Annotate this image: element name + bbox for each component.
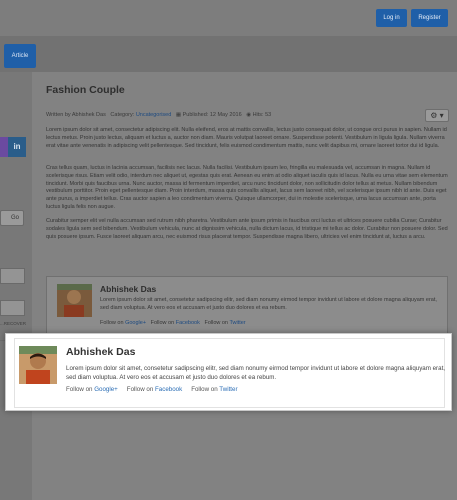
password-field[interactable] [0, 300, 25, 316]
meta-author: Written by Abhishek Das [46, 112, 106, 118]
google-plus-link[interactable]: Google+ [125, 320, 146, 326]
sidebar-note: ...RECOVER [0, 321, 27, 326]
facebook-link[interactable]: Facebook [155, 386, 182, 393]
author-follow-links: Follow on Google+ Follow on Facebook Fol… [100, 320, 246, 326]
meta-published: Published: 12 May 2016 [182, 112, 242, 118]
eye-icon: ◉ [246, 112, 252, 118]
meta-hits: Hits: 53 [252, 112, 272, 118]
follow-label: Follow on [66, 386, 93, 393]
author-name: Abhishek Das [100, 284, 157, 294]
author-name: Abhishek Das [66, 346, 136, 358]
author-avatar [19, 346, 57, 384]
username-field[interactable] [0, 268, 25, 284]
meta-category-link[interactable]: Uncategorised [136, 112, 171, 118]
author-bio: Lorem ipsum dolor sit amet, consetetur s… [66, 365, 446, 381]
twitter-link[interactable]: Twitter [219, 386, 237, 393]
author-bio: Lorem ipsum dolor sit amet, consetetur s… [100, 297, 437, 311]
social-icon[interactable] [0, 137, 8, 157]
nav-item-article[interactable]: Article [4, 44, 36, 68]
register-button[interactable]: Register [411, 9, 448, 27]
follow-label: Follow on [126, 386, 154, 393]
follow-label: Follow on [191, 386, 218, 393]
facebook-link[interactable]: Facebook [176, 320, 200, 326]
article-meta: Written by Abhishek Das Category: Uncate… [46, 112, 271, 118]
article-paragraph: Curabitur semper elit vel nulla accumsan… [46, 218, 448, 240]
google-plus-link[interactable]: Google+ [94, 386, 118, 393]
follow-label: Follow on [150, 320, 175, 326]
go-button[interactable]: Go [0, 210, 24, 226]
meta-category-prefix: Category: [110, 112, 135, 118]
article-paragraph: Lorem ipsum dolor sit amet, consectetur … [46, 127, 447, 149]
page-title: Fashion Couple [46, 84, 125, 96]
author-follow-links: Follow on Google+ Follow on Facebook Follo… [66, 386, 238, 393]
twitter-link[interactable]: Twitter [229, 320, 245, 326]
avatar [57, 284, 92, 317]
article-paragraph: Cras tellus quam, luctus in lacinia accu… [46, 165, 448, 210]
nav-bar [0, 36, 457, 72]
follow-label: Follow on [100, 320, 124, 326]
calendar-icon: ▦ [175, 112, 182, 118]
follow-label: Follow on [204, 320, 228, 326]
linkedin-icon[interactable]: in [8, 137, 26, 157]
login-button[interactable]: Log in [376, 9, 407, 27]
gear-dropdown-button[interactable]: ⚙ ▾ [425, 109, 449, 122]
